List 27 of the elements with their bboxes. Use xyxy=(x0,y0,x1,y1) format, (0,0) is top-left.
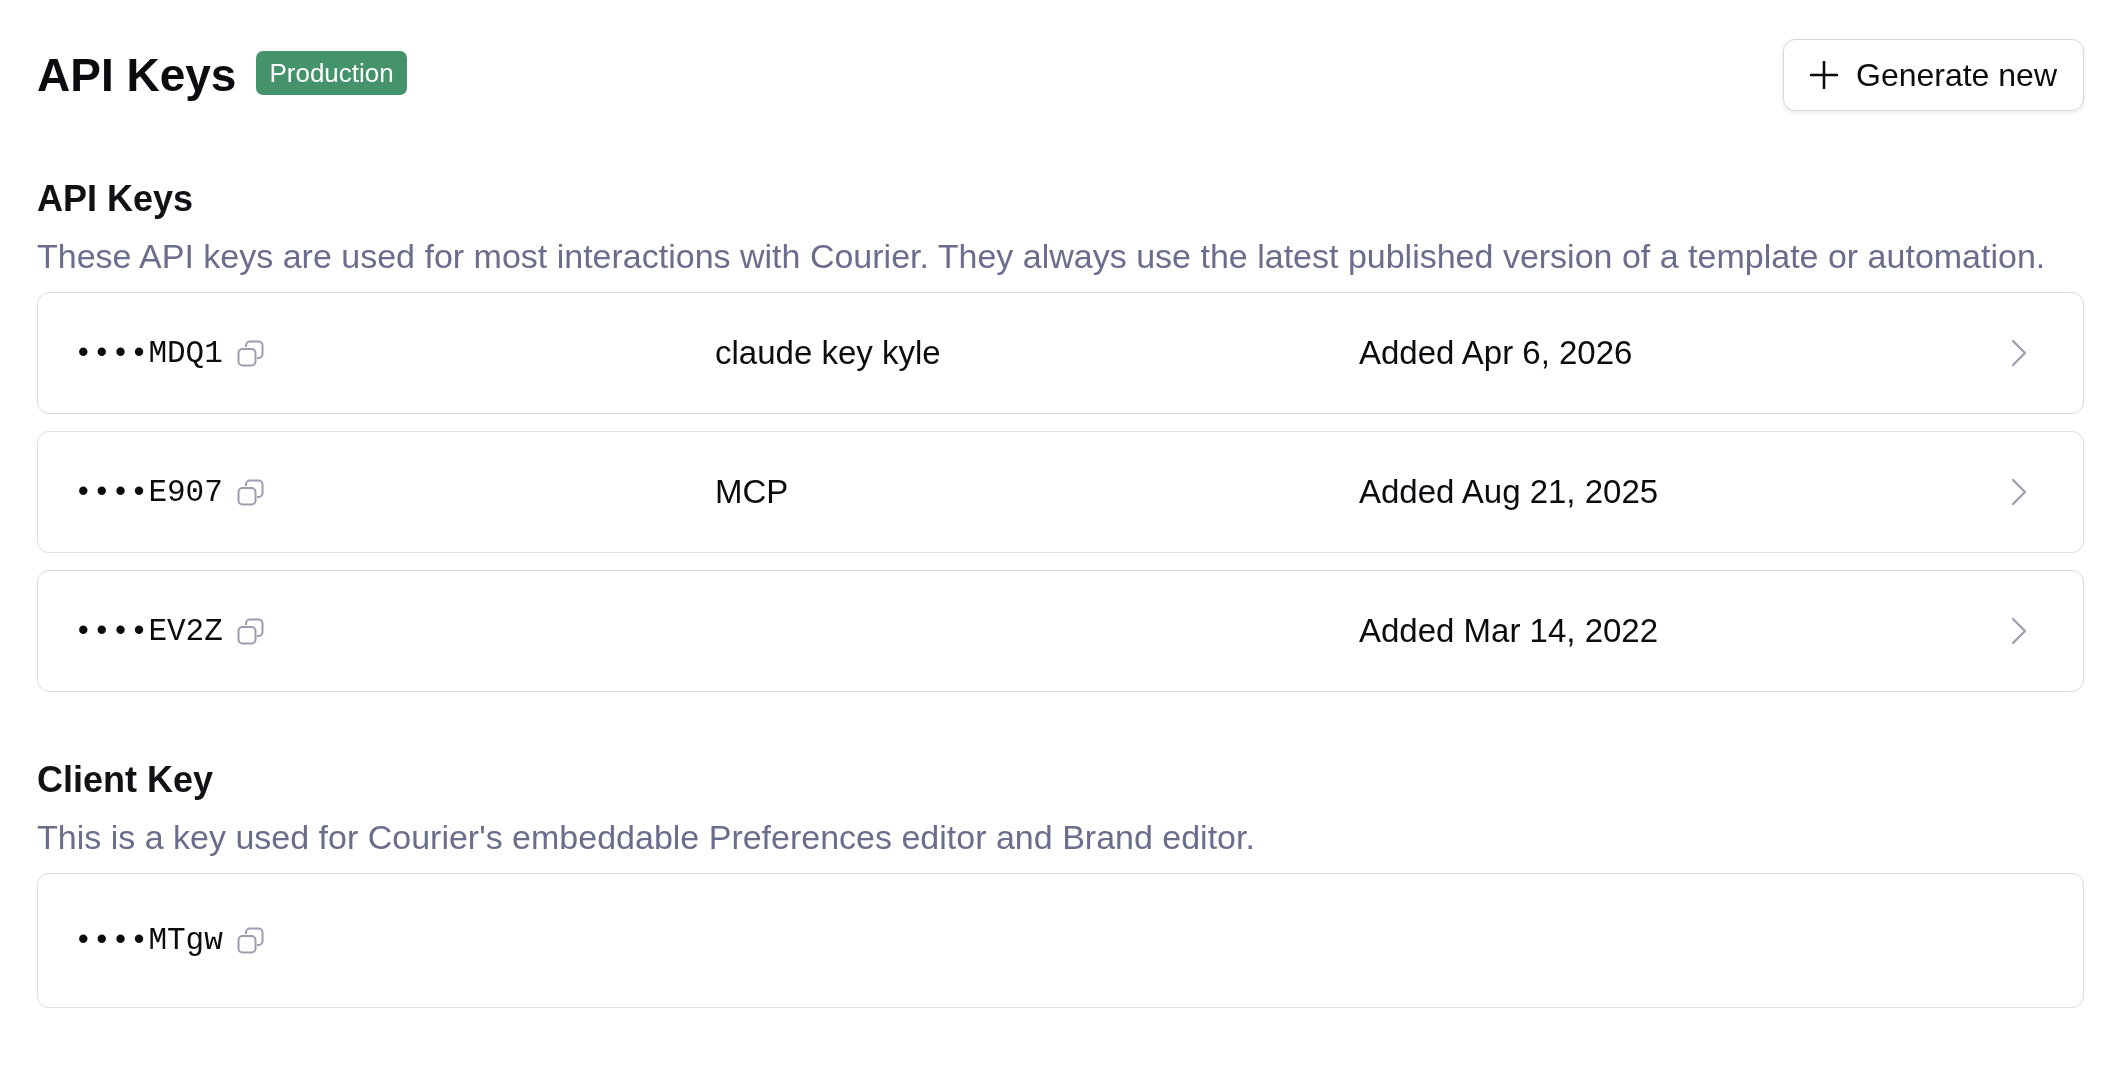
page-title: API Keys xyxy=(37,48,237,103)
copy-icon[interactable] xyxy=(236,339,264,367)
generate-new-button[interactable]: Generate new xyxy=(1783,39,2084,111)
added-date: Added Aug 21, 2025 xyxy=(1359,473,1659,511)
plus-icon xyxy=(1810,61,1838,89)
key-name: MCP xyxy=(715,473,789,511)
section-description: These API keys are used for most interactions with Courier. They always use the latest published version of a template or automation. xyxy=(37,236,2046,276)
chevron-right-icon xyxy=(2011,339,2027,367)
api-key-row[interactable]: ••••MDQ1 claude key kyle Added Apr 6, 2026 xyxy=(37,292,2084,414)
masked-key: ••••MDQ1 xyxy=(74,335,223,371)
section-description: This is a key used for Courier's embeddable Preferences editor and Brand editor. xyxy=(37,817,1255,857)
masked-key: ••••EV2Z xyxy=(74,613,223,649)
section-title: Client Key xyxy=(37,758,214,802)
masked-key: ••••MTgw xyxy=(74,923,223,958)
api-key-row[interactable]: ••••E907 MCP Added Aug 21, 2025 xyxy=(37,431,2084,553)
environment-badge: Production xyxy=(256,51,407,95)
copy-icon[interactable] xyxy=(236,927,264,954)
api-key-row[interactable]: ••••EV2Z Added Mar 14, 2022 xyxy=(37,570,2084,692)
copy-icon[interactable] xyxy=(236,617,264,645)
chevron-right-icon xyxy=(2011,617,2027,645)
added-date: Added Apr 6, 2026 xyxy=(1359,334,1633,372)
chevron-right-icon xyxy=(2011,478,2027,506)
section-title: API Keys xyxy=(37,177,194,221)
key-name: claude key kyle xyxy=(715,334,941,372)
masked-key: ••••E907 xyxy=(74,474,223,510)
added-date: Added Mar 14, 2022 xyxy=(1359,612,1659,650)
copy-icon[interactable] xyxy=(236,478,264,506)
